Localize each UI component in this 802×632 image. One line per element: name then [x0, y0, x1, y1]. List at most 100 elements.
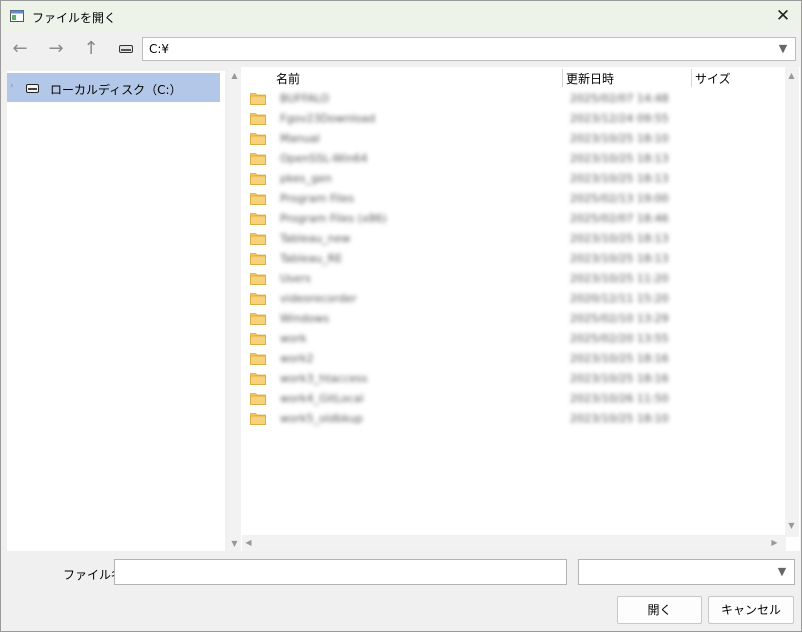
- file-name: Tableau_RE: [280, 252, 343, 265]
- column-divider[interactable]: [691, 69, 692, 87]
- filename-input[interactable]: [114, 559, 567, 585]
- scroll-left-icon[interactable]: ◀: [242, 538, 255, 547]
- file-name: work: [280, 332, 307, 345]
- title-bar: ファイルを開く ✕: [1, 1, 801, 32]
- file-modified: 2023/10/25 18:13: [570, 252, 669, 265]
- file-modified: 2025/02/10 13:29: [570, 312, 669, 325]
- folder-icon: [250, 413, 266, 425]
- file-modified: 2025/02/20 13:55: [570, 332, 669, 345]
- list-item[interactable]: work3_htaccess 2023/10/25 18:16: [242, 369, 785, 389]
- file-name: Manual: [280, 132, 320, 145]
- file-name: BUFFALO: [280, 92, 330, 105]
- address-bar[interactable]: C:¥ ▼: [142, 37, 796, 61]
- dialog-footer: ファイル名 ▼ 開く キャンセル: [1, 553, 801, 631]
- file-list: ▲ ▼ 名前 更新日時 サイズ BUFFALO 2025/02/07 14:48 F…: [228, 67, 800, 551]
- scroll-down-icon[interactable]: ▼: [228, 539, 241, 548]
- filetype-select[interactable]: ▼: [578, 559, 795, 585]
- file-rows: BUFFALO 2025/02/07 14:48 Fgov23Download 202…: [242, 89, 785, 429]
- folder-icon: [250, 173, 266, 185]
- folder-icon: [250, 333, 266, 345]
- file-name: work5_oldbkup: [280, 412, 363, 425]
- list-item[interactable]: Program Files (x86) 2025/02/07 18:46: [242, 209, 785, 229]
- scroll-up-icon[interactable]: ▲: [785, 71, 798, 80]
- file-name: Program Files (x86): [280, 212, 387, 225]
- dialog-title: ファイルを開く: [32, 11, 117, 25]
- file-name: Windows: [280, 312, 330, 325]
- list-item[interactable]: work 2025/02/20 13:55: [242, 329, 785, 349]
- column-header: 名前 更新日時 サイズ: [242, 67, 785, 87]
- folder-icon: [250, 273, 266, 285]
- list-item[interactable]: pkes_gen 2023/10/25 18:13: [242, 169, 785, 189]
- file-name: pkes_gen: [280, 172, 332, 185]
- scroll-down-icon[interactable]: ▼: [785, 521, 798, 530]
- folder-icon: [250, 393, 266, 405]
- address-path: C:¥: [149, 42, 170, 56]
- dialog-app-icon: [10, 10, 24, 22]
- close-icon[interactable]: ✕: [771, 4, 795, 28]
- list-item[interactable]: OpenSSL-Win64 2023/10/25 18:13: [242, 149, 785, 169]
- file-name: Fgov23Download: [280, 112, 376, 125]
- folder-icon: [250, 193, 266, 205]
- folder-icon: [250, 153, 266, 165]
- file-modified: 2025/02/07 14:48: [570, 92, 669, 105]
- file-name: videorecorder: [280, 292, 357, 305]
- up-arrow-icon[interactable]: ↑: [78, 36, 104, 62]
- file-modified: 2023/10/25 18:13: [570, 152, 669, 165]
- file-name: Program Files: [280, 192, 355, 205]
- vertical-scrollbar[interactable]: ▲ ▼: [785, 67, 799, 537]
- list-item[interactable]: Users 2023/10/25 11:20: [242, 269, 785, 289]
- tree-item-local-disk[interactable]: › ローカルディスク（C:）: [7, 73, 220, 102]
- file-name: work3_htaccess: [280, 372, 368, 385]
- list-item[interactable]: Program Files 2025/02/13 19:00: [242, 189, 785, 209]
- file-name: OpenSSL-Win64: [280, 152, 368, 165]
- file-name: Users: [280, 272, 311, 285]
- list-item[interactable]: videorecorder 2020/12/11 15:20: [242, 289, 785, 309]
- folder-icon: [250, 113, 266, 125]
- folder-icon: [250, 133, 266, 145]
- chevron-down-icon[interactable]: ▼: [771, 38, 795, 60]
- tree-scrollbar[interactable]: ▲ ▼: [228, 67, 241, 551]
- column-name[interactable]: 名前: [276, 70, 300, 87]
- chevron-down-icon[interactable]: ▼: [771, 562, 793, 582]
- file-modified: 2023/10/25 18:10: [570, 132, 669, 145]
- list-item[interactable]: work5_oldbkup 2023/10/25 18:10: [242, 409, 785, 429]
- folder-icon: [250, 213, 266, 225]
- file-modified: 2020/12/11 15:20: [570, 292, 669, 305]
- file-modified: 2023/10/25 18:13: [570, 172, 669, 185]
- cancel-button[interactable]: キャンセル: [708, 596, 794, 624]
- file-modified: 2023/12/24 09:55: [570, 112, 669, 125]
- open-button[interactable]: 開く: [617, 596, 702, 624]
- column-divider[interactable]: [562, 69, 563, 87]
- forward-arrow-icon[interactable]: →: [43, 36, 69, 62]
- folder-icon: [250, 373, 266, 385]
- folder-icon: [250, 293, 266, 305]
- file-modified: 2025/02/07 18:46: [570, 212, 669, 225]
- open-file-dialog: ファイルを開く ✕ ← → ↑ C:¥ ▼ › ローカルディスク（C:） ▲ ▼…: [0, 0, 802, 632]
- chevron-right-icon[interactable]: ›: [10, 81, 14, 91]
- folder-icon: [250, 253, 266, 265]
- column-modified[interactable]: 更新日時: [566, 70, 614, 87]
- folder-icon: [250, 313, 266, 325]
- list-item[interactable]: Manual 2023/10/25 18:10: [242, 129, 785, 149]
- back-arrow-icon[interactable]: ←: [7, 36, 33, 62]
- list-item[interactable]: Fgov23Download 2023/12/24 09:55: [242, 109, 785, 129]
- horizontal-scrollbar[interactable]: ◀ ▶: [242, 535, 786, 551]
- file-modified: 2023/10/25 18:10: [570, 412, 669, 425]
- list-item[interactable]: Tableau_RE 2023/10/25 18:13: [242, 249, 785, 269]
- list-item[interactable]: work4_GitLocal 2023/10/26 11:50: [242, 389, 785, 409]
- tree-item-label: ローカルディスク（C:）: [50, 83, 182, 97]
- folder-icon: [250, 93, 266, 105]
- list-item[interactable]: Windows 2025/02/10 13:29: [242, 309, 785, 329]
- list-item[interactable]: Tableau_new 2023/10/25 18:13: [242, 229, 785, 249]
- file-modified: 2023/10/25 18:16: [570, 352, 669, 365]
- list-item[interactable]: work2 2023/10/25 18:16: [242, 349, 785, 369]
- folder-icon: [250, 233, 266, 245]
- file-name: work4_GitLocal: [280, 392, 364, 405]
- folder-icon: [250, 353, 266, 365]
- navigation-tree: › ローカルディスク（C:）: [7, 71, 225, 551]
- scroll-up-icon[interactable]: ▲: [228, 71, 241, 80]
- column-size[interactable]: サイズ: [695, 70, 731, 87]
- scroll-right-icon[interactable]: ▶: [768, 538, 781, 547]
- list-item[interactable]: BUFFALO 2025/02/07 14:48: [242, 89, 785, 109]
- file-name: work2: [280, 352, 314, 365]
